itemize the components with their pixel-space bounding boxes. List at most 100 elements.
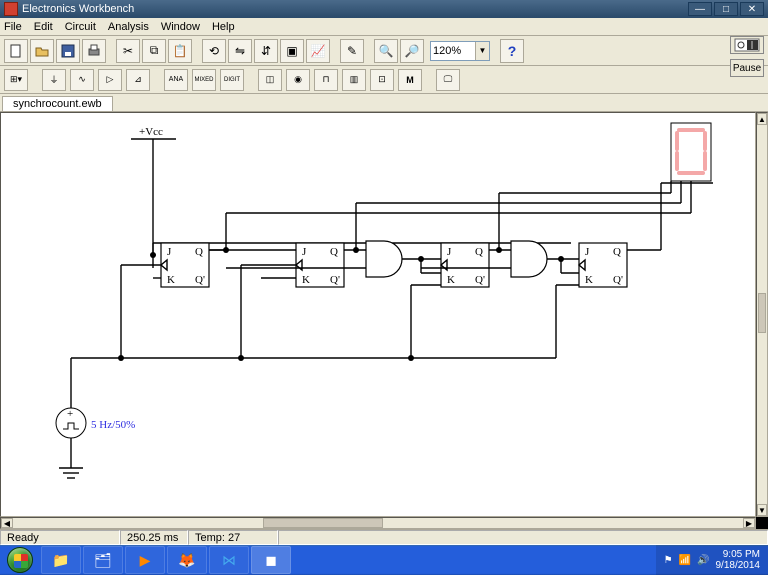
svg-text:K: K — [585, 274, 593, 286]
app-title: Electronics Workbench — [22, 3, 688, 15]
svg-text:K: K — [302, 274, 310, 286]
jk-flipflop-2[interactable]: J Q K Q' — [296, 243, 344, 287]
maximize-button[interactable]: □ — [714, 2, 738, 16]
print-button[interactable] — [82, 39, 106, 63]
new-button[interactable] — [4, 39, 28, 63]
flip-v-button[interactable]: ⇵ — [254, 39, 278, 63]
zoom-in-button[interactable]: 🔎 — [400, 39, 424, 63]
taskbar-vscode-icon[interactable]: ⋈ — [209, 546, 249, 574]
misc-icon[interactable]: ▥ — [342, 69, 366, 91]
taskbar-explorer-icon[interactable]: 📁 — [41, 546, 81, 574]
jk-flipflop-1[interactable]: J Q K Q' — [161, 243, 209, 287]
svg-text:Q': Q' — [195, 274, 205, 286]
start-button[interactable] — [0, 545, 40, 575]
svg-text:J: J — [302, 246, 307, 258]
tray-volume-icon[interactable]: 🔊 — [697, 555, 709, 566]
seven-segment-display[interactable] — [671, 123, 711, 181]
title-bar: Electronics Workbench — □ ✕ — [0, 0, 768, 18]
cut-button[interactable]: ✂ — [116, 39, 140, 63]
circuit-canvas[interactable]: +Vcc J Q K Q' J Q K Q' J Q K Q' J Q K Q' — [0, 112, 756, 517]
flip-h-button[interactable]: ⇋ — [228, 39, 252, 63]
source-label: 5 Hz/50% — [91, 419, 135, 431]
display-icon[interactable]: 🖵 — [436, 69, 460, 91]
menu-analysis[interactable]: Analysis — [108, 21, 149, 33]
tray-network-icon[interactable]: 📶 — [679, 555, 691, 566]
status-time: 250.25 ms — [120, 530, 188, 545]
basic-icon[interactable]: ∿ — [70, 69, 94, 91]
jk-flipflop-3[interactable]: J Q K Q' — [441, 243, 489, 287]
menu-edit[interactable]: Edit — [34, 21, 53, 33]
system-tray[interactable]: ⚑ 📶 🔊 9:05 PM 9/18/2014 — [656, 545, 768, 575]
scroll-left-icon[interactable]: ◀ — [1, 518, 13, 528]
instruments-icon[interactable]: ⊡ — [370, 69, 394, 91]
scroll-up-icon[interactable]: ▲ — [757, 113, 767, 125]
tray-clock[interactable]: 9:05 PM 9/18/2014 — [716, 549, 761, 571]
taskbar-wmp-icon[interactable]: ▶ — [125, 546, 165, 574]
menu-help[interactable]: Help — [212, 21, 235, 33]
clock-source[interactable]: + — [56, 408, 86, 438]
graph-button[interactable]: 📈 — [306, 39, 330, 63]
app-icon — [4, 2, 18, 16]
scroll-down-icon[interactable]: ▼ — [757, 504, 767, 516]
horizontal-scrollbar[interactable]: ◀ ▶ — [0, 517, 756, 529]
svg-text:+: + — [67, 408, 73, 420]
document-tab[interactable]: synchrocount.ewb — [2, 96, 113, 111]
zoom-input[interactable] — [431, 45, 475, 57]
close-button[interactable]: ✕ — [740, 2, 764, 16]
svg-text:Q: Q — [330, 246, 338, 258]
zoom-out-button[interactable]: 🔍 — [374, 39, 398, 63]
zoom-dropdown-icon[interactable]: ▼ — [475, 42, 489, 60]
minimize-button[interactable]: — — [688, 2, 712, 16]
properties-button[interactable]: ✎ — [340, 39, 364, 63]
scroll-right-icon[interactable]: ▶ — [743, 518, 755, 528]
transistors-icon[interactable]: ⊿ — [126, 69, 150, 91]
svg-text:J: J — [167, 246, 172, 258]
jk-flipflop-4[interactable]: J Q K Q' — [579, 243, 627, 287]
misc2-icon[interactable]: M — [398, 69, 422, 91]
help-button[interactable]: ? — [500, 39, 524, 63]
analog-ic-icon[interactable]: ANA — [164, 69, 188, 91]
windows-orb-icon — [7, 547, 33, 573]
subcircuit-button[interactable]: ▣ — [280, 39, 304, 63]
svg-text:K: K — [167, 274, 175, 286]
digital-ic-icon[interactable]: DIGIT — [220, 69, 244, 91]
favorites-icon[interactable]: ⊞▾ — [4, 69, 28, 91]
save-button[interactable] — [56, 39, 80, 63]
rotate-button[interactable]: ⟲ — [202, 39, 226, 63]
menu-circuit[interactable]: Circuit — [65, 21, 96, 33]
and-gate-1[interactable] — [366, 241, 402, 277]
copy-button[interactable]: ⧉ — [142, 39, 166, 63]
vertical-scrollbar[interactable]: ▲ ▼ — [756, 112, 768, 517]
logic-gates-icon[interactable]: ◫ — [258, 69, 282, 91]
status-bar: Ready 250.25 ms Temp: 27 — [0, 529, 768, 545]
power-switch[interactable] — [730, 36, 764, 54]
svg-text:Q: Q — [613, 246, 621, 258]
open-button[interactable] — [30, 39, 54, 63]
and-gate-2[interactable] — [511, 241, 547, 277]
hscroll-thumb[interactable] — [263, 518, 383, 528]
zoom-select[interactable]: ▼ — [430, 41, 490, 61]
main-toolbar: ✂ ⧉ 📋 ⟲ ⇋ ⇵ ▣ 📈 ✎ 🔍 🔎 ▼ ? — [0, 36, 768, 66]
status-temp: Temp: 27 — [188, 530, 278, 545]
tray-flag-icon[interactable]: ⚑ — [664, 555, 673, 566]
indicators-icon[interactable]: ◉ — [286, 69, 310, 91]
menu-file[interactable]: File — [4, 21, 22, 33]
status-ready: Ready — [0, 530, 120, 545]
menu-bar: File Edit Circuit Analysis Window Help — [0, 18, 768, 36]
windows-taskbar: 📁 🗂 ▶ 🦊 ⋈ ◼ ⚑ 📶 🔊 9:05 PM 9/18/2014 — [0, 545, 768, 575]
taskbar-libraries-icon[interactable]: 🗂 — [83, 546, 123, 574]
paste-button[interactable]: 📋 — [168, 39, 192, 63]
status-blank — [278, 530, 768, 545]
vcc-label: +Vcc — [139, 126, 163, 138]
svg-text:Q': Q' — [613, 274, 623, 286]
pause-button[interactable]: Pause — [730, 59, 764, 77]
menu-window[interactable]: Window — [161, 21, 200, 33]
svg-text:J: J — [447, 246, 452, 258]
sources-icon[interactable]: ⏚ — [42, 69, 66, 91]
controls-icon[interactable]: ⊓ — [314, 69, 338, 91]
vscroll-thumb[interactable] — [758, 293, 766, 333]
diodes-icon[interactable]: ▷ — [98, 69, 122, 91]
mixed-ic-icon[interactable]: MIXED — [192, 69, 216, 91]
taskbar-firefox-icon[interactable]: 🦊 — [167, 546, 207, 574]
taskbar-ewb-icon[interactable]: ◼ — [251, 546, 291, 574]
